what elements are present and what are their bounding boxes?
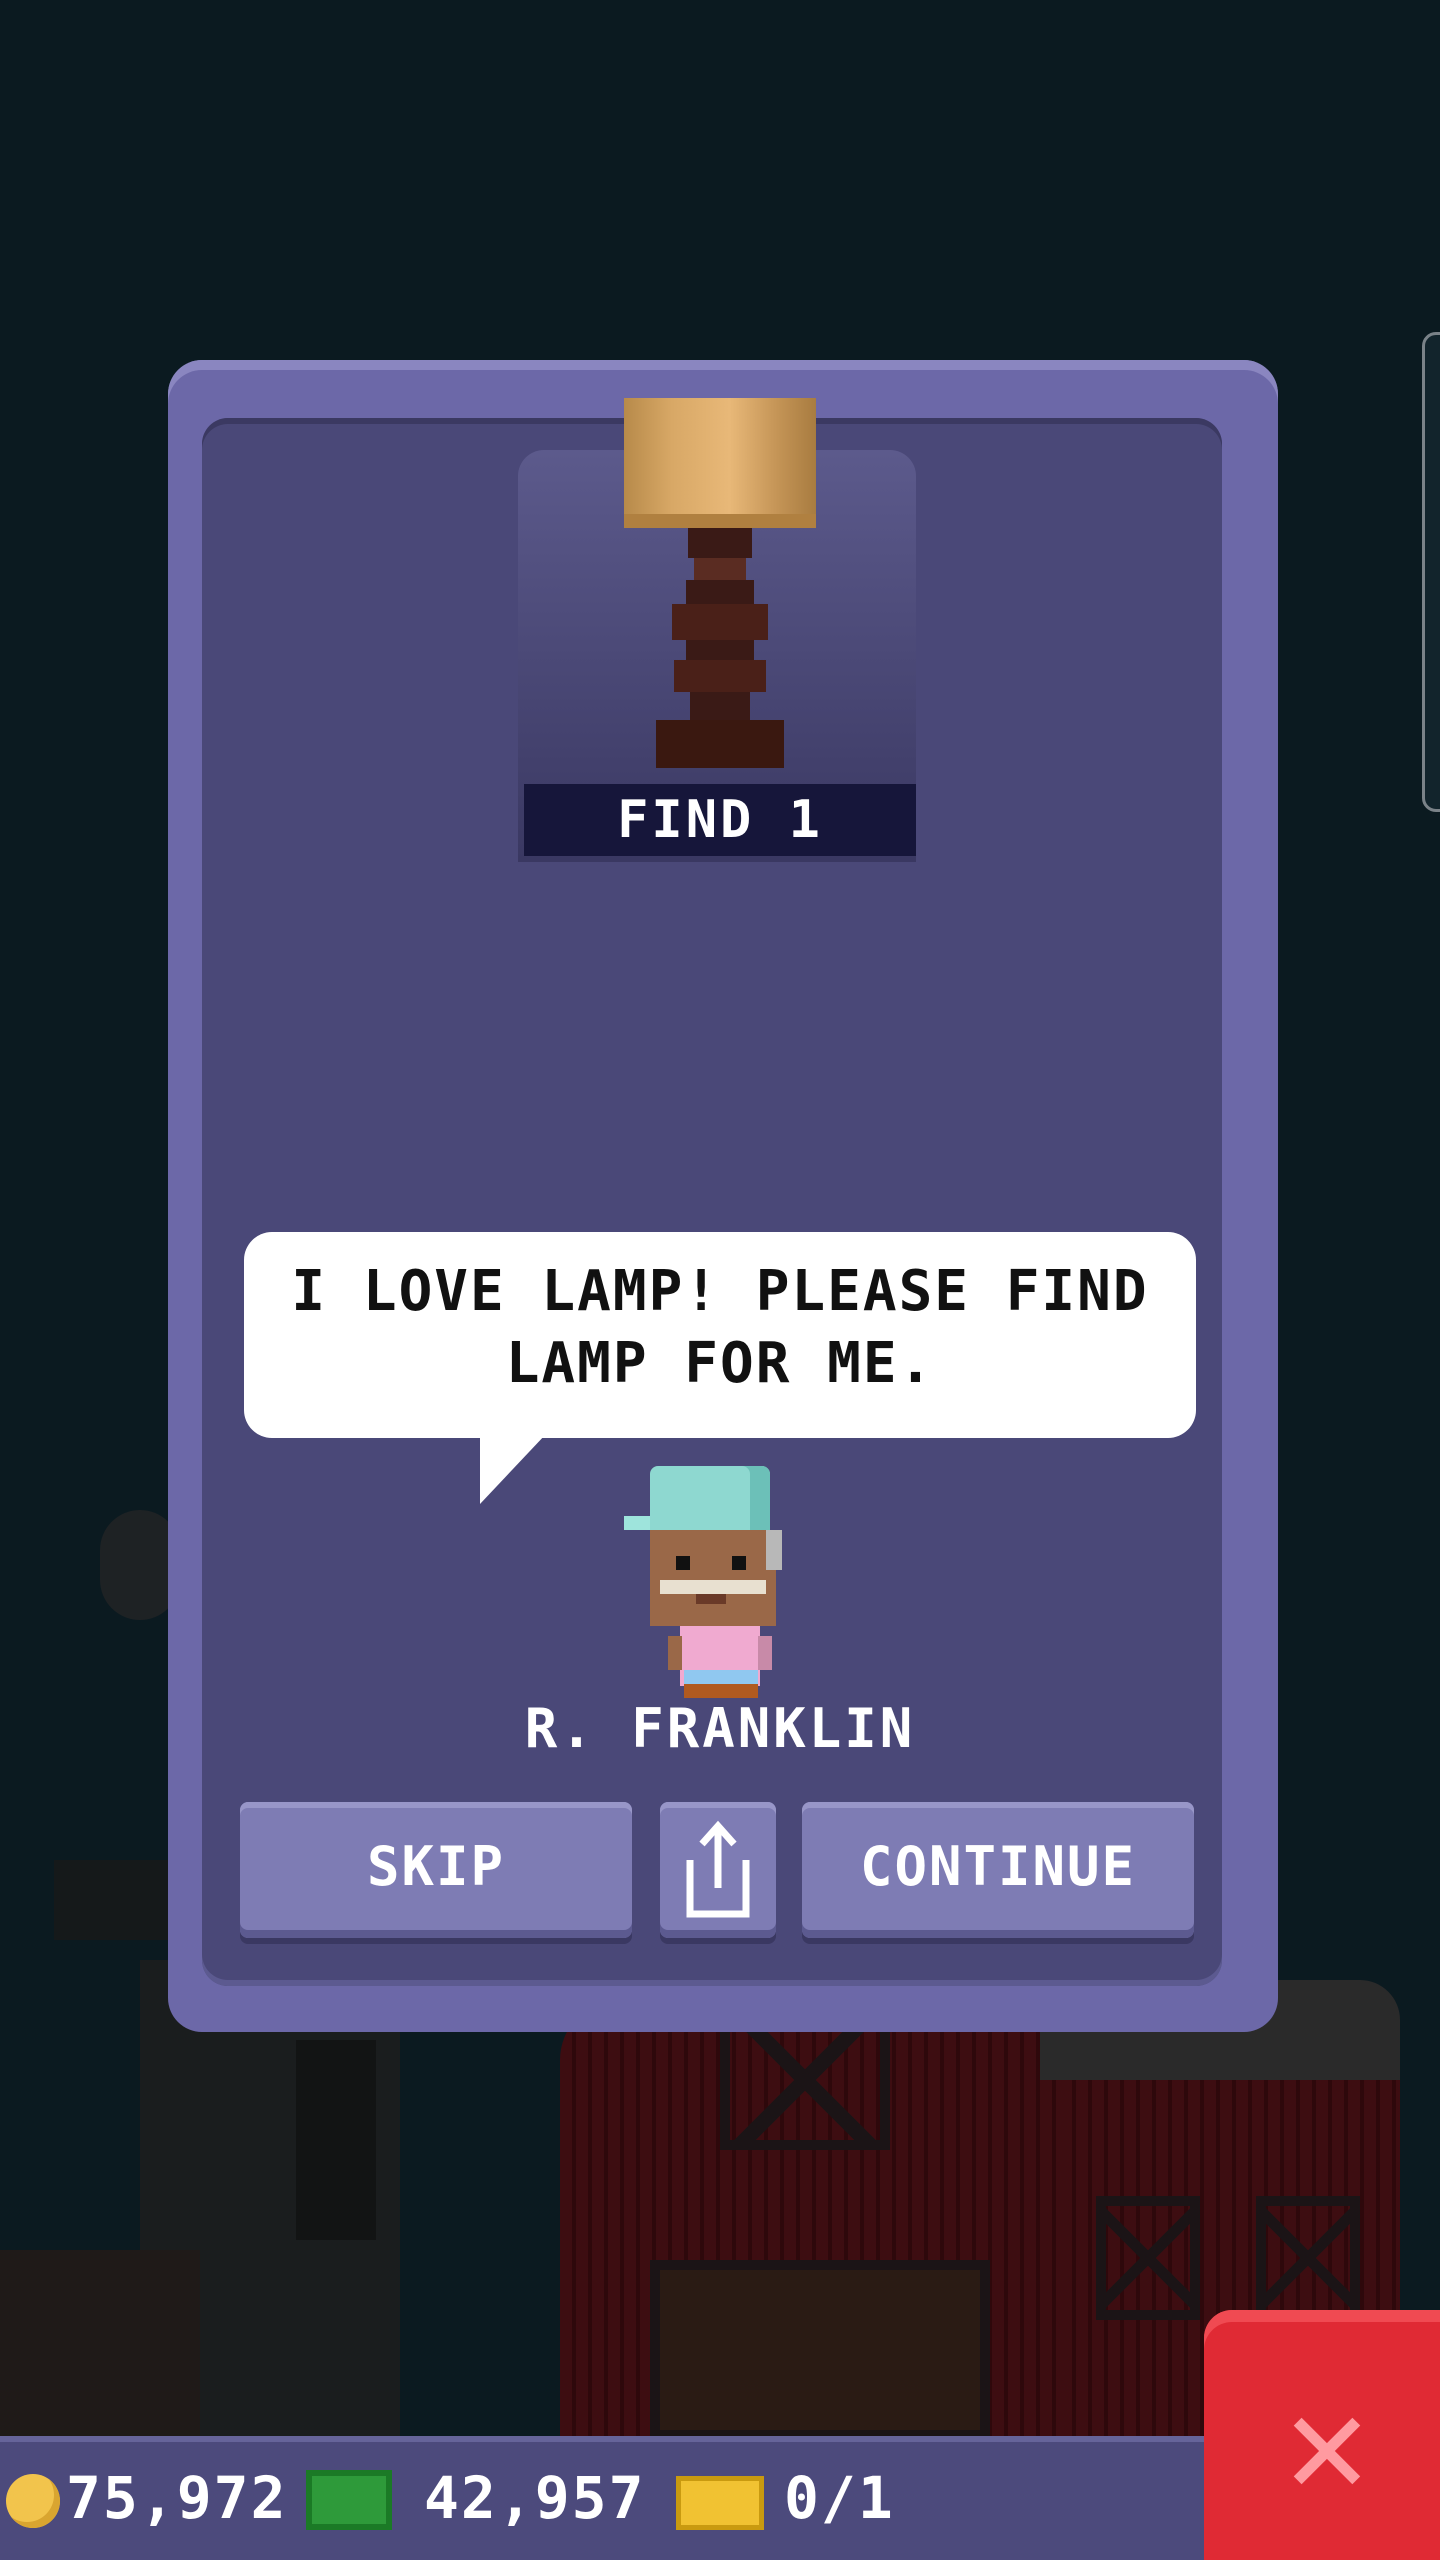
lamp-base	[656, 720, 784, 768]
npc-avatar	[620, 1466, 782, 1698]
coin-icon	[6, 2474, 60, 2528]
close-icon: ✕	[1284, 2363, 1370, 2526]
lamp-stem	[674, 660, 766, 692]
lamp-stem	[686, 640, 754, 660]
lamp-stem	[688, 528, 752, 558]
crate	[0, 2250, 200, 2440]
bux-count: 42,957	[424, 2464, 646, 2532]
skip-button[interactable]: SKIP	[240, 1802, 632, 1938]
coin-count: 75,972	[66, 2464, 288, 2532]
npc-moustache	[660, 1580, 766, 1594]
bux-icon	[306, 2470, 392, 2530]
lamp-stem	[686, 580, 754, 604]
share-icon	[686, 1820, 750, 1918]
share-button[interactable]	[660, 1802, 776, 1938]
npc-arm-right	[758, 1636, 772, 1670]
lamp-stem	[672, 604, 768, 640]
side-shelf	[54, 1860, 174, 1940]
npc-eye-right	[732, 1556, 746, 1570]
find-count-label: FIND 1	[524, 784, 916, 856]
npc-name: R. FRANKLIN	[524, 1697, 916, 1760]
ticket-count: 0/1	[784, 2464, 895, 2532]
side-scroll-handle[interactable]	[1422, 332, 1440, 812]
barn-door	[650, 2260, 990, 2440]
npc-shorts	[684, 1670, 758, 1684]
speech-bubble-tail	[480, 1434, 546, 1504]
npc-face	[650, 1530, 776, 1626]
barn-side-window-2	[1256, 2196, 1360, 2320]
npc-hair	[766, 1530, 782, 1570]
npc-arm-left	[668, 1636, 682, 1670]
continue-button[interactable]: CONTINUE	[802, 1802, 1194, 1938]
lamp-stem	[694, 558, 746, 580]
npc-cap	[650, 1466, 770, 1530]
lamp-shade	[624, 398, 816, 528]
tower-window	[296, 2040, 376, 2240]
npc-mouth	[696, 1594, 726, 1604]
ticket-icon	[676, 2476, 764, 2530]
barn-side-window-1	[1096, 2196, 1200, 2320]
npc-eye-left	[676, 1556, 690, 1570]
lamp-stem	[690, 692, 750, 720]
quest-dialogue: I LOVE LAMP! PLEASE FIND LAMP FOR ME.	[291, 1259, 1149, 1396]
